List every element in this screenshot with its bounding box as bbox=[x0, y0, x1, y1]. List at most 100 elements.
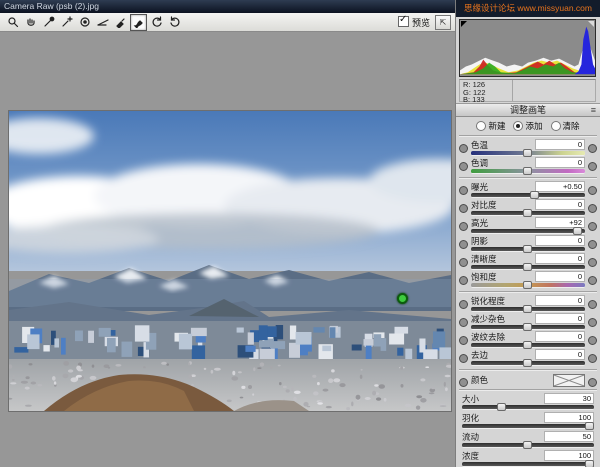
slider-thumb[interactable] bbox=[523, 305, 532, 313]
slider-value-box[interactable]: 50 bbox=[544, 431, 594, 442]
highlight-clip-icon[interactable] bbox=[588, 21, 594, 27]
decrease-pip[interactable] bbox=[459, 300, 468, 309]
brush-mode-selected[interactable]: 添加 bbox=[513, 120, 542, 132]
targeted-adjustment-tool-icon[interactable] bbox=[76, 14, 93, 31]
decrease-pip[interactable] bbox=[459, 336, 468, 345]
slider-value-box[interactable]: 0 bbox=[535, 235, 585, 246]
decrease-pip[interactable] bbox=[459, 186, 468, 195]
slider-thumb[interactable] bbox=[585, 460, 594, 467]
increase-pip[interactable] bbox=[588, 222, 597, 231]
photo-preview[interactable] bbox=[8, 110, 452, 412]
increase-pip[interactable] bbox=[588, 354, 597, 363]
decrease-pip[interactable] bbox=[459, 276, 468, 285]
slider-value-box[interactable]: 0 bbox=[535, 349, 585, 360]
slider-track[interactable] bbox=[471, 229, 585, 234]
detail-sliders: 锐化程度 0 减少杂色 0 波纹去除 0 bbox=[459, 295, 597, 367]
toolbar-right: 预览 ⇱ bbox=[398, 15, 451, 30]
slider-track[interactable] bbox=[471, 265, 585, 270]
decrease-pip[interactable] bbox=[459, 318, 468, 327]
slider-value-box[interactable]: 30 bbox=[544, 393, 594, 404]
slider-thumb[interactable] bbox=[523, 245, 532, 253]
slider-track[interactable] bbox=[471, 247, 585, 252]
panel-tab[interactable]: 调整画笔 ≡ bbox=[456, 103, 600, 117]
decrease-pip[interactable] bbox=[459, 144, 468, 153]
slider-row: 色调 0 bbox=[459, 157, 597, 175]
white-balance-tool-icon[interactable] bbox=[40, 14, 57, 31]
increase-pip[interactable] bbox=[588, 276, 597, 285]
adjustment-brush-tool-icon[interactable] bbox=[130, 14, 147, 31]
slider-track[interactable] bbox=[471, 361, 585, 366]
slider-value-box[interactable]: 0 bbox=[535, 157, 585, 168]
slider-value-box[interactable]: 0 bbox=[535, 253, 585, 264]
slider-thumb[interactable] bbox=[523, 341, 532, 349]
increase-pip[interactable] bbox=[588, 258, 597, 267]
slider-value-box[interactable]: 0 bbox=[535, 331, 585, 342]
increase-pip[interactable] bbox=[588, 144, 597, 153]
increase-pip[interactable] bbox=[588, 162, 597, 171]
slider-thumb[interactable] bbox=[573, 227, 582, 235]
slider-track[interactable] bbox=[462, 424, 594, 429]
slider-thumb[interactable] bbox=[497, 403, 506, 411]
panel-menu-icon[interactable]: ≡ bbox=[591, 104, 596, 117]
increase-pip[interactable] bbox=[588, 378, 597, 387]
slider-track[interactable] bbox=[462, 462, 594, 467]
slider-value-box[interactable]: 0 bbox=[535, 199, 585, 210]
rotate-right-tool-icon[interactable] bbox=[166, 14, 183, 31]
decrease-pip[interactable] bbox=[459, 240, 468, 249]
slider-thumb[interactable] bbox=[523, 323, 532, 331]
slider-track[interactable] bbox=[462, 405, 594, 410]
preview-checkbox[interactable]: 预览 bbox=[398, 16, 430, 29]
color-sampler-tool-icon[interactable] bbox=[58, 14, 75, 31]
decrease-pip[interactable] bbox=[459, 378, 468, 387]
spot-removal-tool-icon[interactable] bbox=[112, 14, 129, 31]
slider-track[interactable] bbox=[471, 283, 585, 288]
slider-track[interactable] bbox=[471, 307, 585, 312]
increase-pip[interactable] bbox=[588, 240, 597, 249]
slider-track[interactable] bbox=[471, 211, 585, 216]
decrease-pip[interactable] bbox=[459, 354, 468, 363]
rotate-left-tool-icon[interactable] bbox=[148, 14, 165, 31]
fullscreen-toggle-button[interactable]: ⇱ bbox=[435, 15, 451, 30]
slider-thumb[interactable] bbox=[585, 422, 594, 430]
slider-track[interactable] bbox=[471, 193, 585, 198]
increase-pip[interactable] bbox=[588, 186, 597, 195]
slider-track[interactable] bbox=[471, 325, 585, 330]
slider-track[interactable] bbox=[471, 151, 585, 156]
slider-thumb[interactable] bbox=[523, 359, 532, 367]
increase-pip[interactable] bbox=[588, 318, 597, 327]
zoom-tool-icon[interactable] bbox=[4, 14, 21, 31]
decrease-pip[interactable] bbox=[459, 162, 468, 171]
hand-tool-icon[interactable] bbox=[22, 14, 39, 31]
slider-thumb[interactable] bbox=[523, 441, 532, 449]
straighten-tool-icon[interactable] bbox=[94, 14, 111, 31]
slider-thumb[interactable] bbox=[523, 167, 532, 175]
increase-pip[interactable] bbox=[588, 336, 597, 345]
decrease-pip[interactable] bbox=[459, 222, 468, 231]
slider-thumb[interactable] bbox=[523, 263, 532, 271]
slider-thumb[interactable] bbox=[523, 281, 532, 289]
increase-pip[interactable] bbox=[588, 204, 597, 213]
decrease-pip[interactable] bbox=[459, 204, 468, 213]
brush-mode-option[interactable]: 新建 bbox=[476, 120, 505, 132]
slider-value-box[interactable]: 0 bbox=[535, 139, 585, 150]
increase-pip[interactable] bbox=[588, 300, 597, 309]
slider-thumb[interactable] bbox=[523, 149, 532, 157]
histogram[interactable] bbox=[459, 19, 596, 77]
slider-thumb[interactable] bbox=[523, 209, 532, 217]
slider-value-box[interactable]: 0 bbox=[535, 271, 585, 282]
divider bbox=[512, 80, 513, 101]
slider-thumb[interactable] bbox=[530, 191, 539, 199]
brush-pin[interactable] bbox=[397, 293, 408, 304]
slider-label: 波纹去除 bbox=[471, 331, 505, 343]
slider-value-box[interactable]: 0 bbox=[535, 313, 585, 324]
brush-mode-option[interactable]: 清除 bbox=[551, 120, 580, 132]
tone-sliders: 曝光 +0.50 对比度 0 高光 +92 bbox=[459, 181, 597, 289]
slider-track[interactable] bbox=[471, 343, 585, 348]
color-swatch[interactable] bbox=[553, 374, 585, 387]
slider-track[interactable] bbox=[462, 443, 594, 448]
slider-track[interactable] bbox=[471, 169, 585, 174]
slider-value-box[interactable]: +0.50 bbox=[535, 181, 585, 192]
shadow-clip-icon[interactable] bbox=[461, 21, 467, 27]
decrease-pip[interactable] bbox=[459, 258, 468, 267]
slider-value-box[interactable]: 0 bbox=[535, 295, 585, 306]
